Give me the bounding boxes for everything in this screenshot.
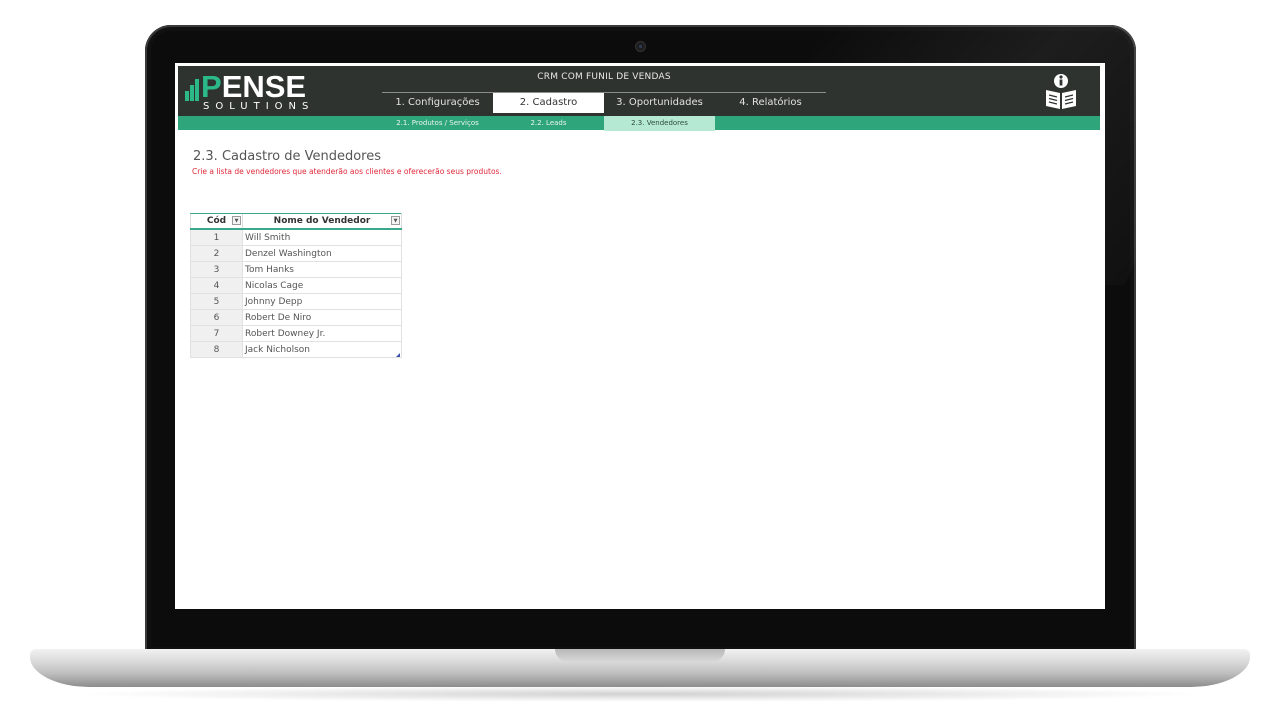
- cell-nome[interactable]: Tom Hanks: [242, 261, 402, 278]
- tab-oportunidades[interactable]: 3. Oportunidades: [604, 93, 715, 113]
- webcam: [636, 42, 645, 51]
- cell-nome[interactable]: Denzel Washington: [242, 245, 402, 262]
- cell-cod[interactable]: 7: [190, 325, 243, 342]
- sub-navigation: 2.1. Produtos / Serviços 2.2. Leads 2.3.…: [178, 116, 1100, 131]
- cell-nome[interactable]: Jack Nicholson: [242, 341, 402, 358]
- filter-dropdown-icon[interactable]: ▼: [232, 216, 241, 225]
- cell-nome[interactable]: Robert Downey Jr.: [242, 325, 402, 342]
- tab-cadastro[interactable]: 2. Cadastro: [493, 93, 604, 113]
- info-book-icon[interactable]: [1044, 72, 1078, 110]
- tab-configuracoes[interactable]: 1. Configurações: [382, 93, 493, 113]
- table-row[interactable]: 8 Jack Nicholson: [190, 341, 402, 358]
- app-screen: PENSE SOLUTIONS CRM COM FUNIL DE VENDAS …: [175, 63, 1105, 609]
- table-row[interactable]: 7 Robert Downey Jr.: [190, 325, 402, 342]
- cell-nome[interactable]: Nicolas Cage: [242, 277, 402, 294]
- column-header-nome[interactable]: Nome do Vendedor ▼: [242, 213, 402, 230]
- table-row[interactable]: 4 Nicolas Cage: [190, 277, 402, 294]
- laptop-base-notch: [555, 649, 725, 662]
- pense-solutions-logo[interactable]: PENSE SOLUTIONS: [185, 70, 315, 114]
- logo-subtitle: SOLUTIONS: [203, 101, 315, 112]
- table-row[interactable]: 5 Johnny Depp: [190, 293, 402, 310]
- page-title: 2.3. Cadastro de Vendedores: [193, 149, 382, 164]
- cell-nome[interactable]: Will Smith: [242, 229, 402, 246]
- sellers-table: Cód ▼ Nome do Vendedor ▼ 1 Will Smith 2 De…: [190, 213, 402, 358]
- column-header-cod[interactable]: Cód ▼: [190, 213, 243, 230]
- cell-nome[interactable]: Robert De Niro: [242, 309, 402, 326]
- laptop-shadow: [70, 686, 1210, 702]
- subtab-vendedores[interactable]: 2.3. Vendedores: [604, 116, 715, 131]
- subtab-produtos-servicos[interactable]: 2.1. Produtos / Serviços: [382, 116, 493, 130]
- table-resize-handle[interactable]: [396, 353, 400, 357]
- logo-word: PENSE: [201, 69, 307, 104]
- table-row[interactable]: 1 Will Smith: [190, 229, 402, 246]
- app-header: PENSE SOLUTIONS CRM COM FUNIL DE VENDAS …: [178, 66, 1100, 116]
- cell-nome[interactable]: Johnny Depp: [242, 293, 402, 310]
- cell-cod[interactable]: 6: [190, 309, 243, 326]
- table-header-row: Cód ▼ Nome do Vendedor ▼: [190, 213, 402, 230]
- subtab-leads[interactable]: 2.2. Leads: [493, 116, 604, 130]
- cell-cod[interactable]: 4: [190, 277, 243, 294]
- cell-cod[interactable]: 1: [190, 229, 243, 246]
- cell-cod[interactable]: 8: [190, 341, 243, 358]
- tab-relatorios[interactable]: 4. Relatórios: [715, 93, 826, 113]
- filter-dropdown-icon[interactable]: ▼: [391, 216, 400, 225]
- page-subtitle: Crie a lista de vendedores que atenderão…: [192, 167, 502, 176]
- cell-cod[interactable]: 5: [190, 293, 243, 310]
- cell-cod[interactable]: 3: [190, 261, 243, 278]
- cell-cod[interactable]: 2: [190, 245, 243, 262]
- table-row[interactable]: 3 Tom Hanks: [190, 261, 402, 278]
- table-row[interactable]: 6 Robert De Niro: [190, 309, 402, 326]
- table-row[interactable]: 2 Denzel Washington: [190, 245, 402, 262]
- app-title: CRM COM FUNIL DE VENDAS: [537, 72, 671, 82]
